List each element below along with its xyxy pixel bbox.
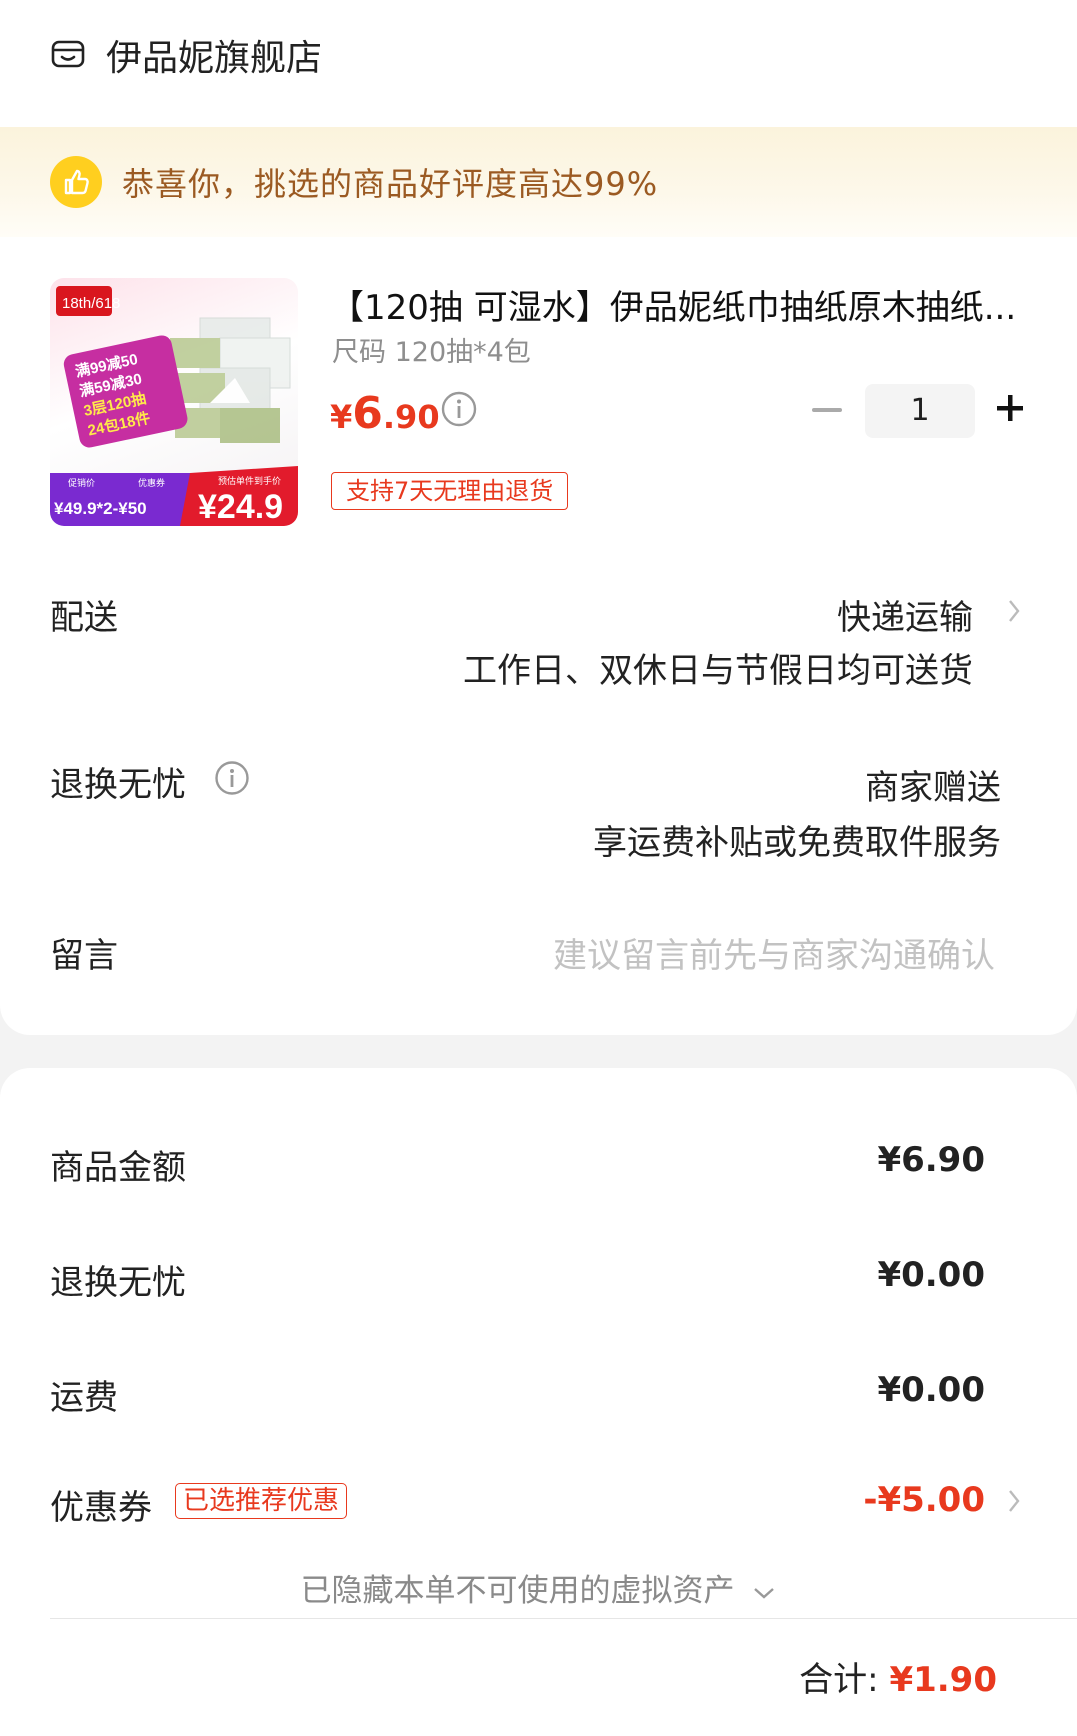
summary-value-goods: ¥6.90 [877, 1140, 985, 1180]
product-price: ¥ 6 .90 [330, 388, 440, 439]
store-name: 伊品妮旗舰店 [106, 38, 323, 79]
banner-text: 恭喜你，挑选的商品好评度高达99% [122, 165, 659, 203]
product-spec[interactable]: 尺码 120抽*4包 [332, 330, 531, 369]
chevron-down-icon [754, 1587, 775, 1599]
image-label-estimate: 预估单件到手价 [218, 475, 281, 486]
coupon-label: 优惠券 [50, 1488, 152, 1528]
coupon-chevron-right-icon[interactable] [1007, 1488, 1021, 1514]
return-service-note: 享运费补贴或免费取件服务 [593, 823, 1001, 863]
delivery-note: 工作日、双休日与节假日均可送货 [463, 651, 973, 691]
price-integer: 6 [352, 388, 383, 439]
thumbs-up-icon [50, 156, 102, 208]
message-label: 留言 [50, 936, 118, 976]
order-card: 伊品妮旗舰店 恭喜你，挑选的商品好评度高达99% 18th/618 满99减50… [0, 0, 1077, 1035]
store-icon [51, 40, 85, 68]
quantity-increase-button[interactable] [994, 392, 1026, 424]
product-image[interactable]: 18th/618 满99减50 满59减30 3层120抽 24包18件 促销价… [50, 278, 298, 526]
order-total: 合计: ¥1.90 [799, 1652, 997, 1701]
store-header[interactable]: 伊品妮旗舰店 [50, 30, 322, 80]
coupon-value[interactable]: -¥5.00 [863, 1480, 985, 1520]
price-symbol: ¥ [330, 398, 353, 436]
summary-label-return: 退换无忧 [50, 1263, 186, 1303]
return-service-value[interactable]: 商家赠送 [865, 760, 1001, 809]
coupon-tag: 已选推荐优惠 [175, 1483, 348, 1519]
return-policy-tag: 支持7天无理由退货 [331, 472, 569, 510]
total-value: ¥1.90 [889, 1660, 997, 1700]
image-corner-badge: 18th/618 [62, 295, 120, 312]
praise-banner: 恭喜你，挑选的商品好评度高达99% [0, 127, 1077, 237]
delivery-chevron-right-icon[interactable] [1007, 598, 1021, 624]
hidden-assets-toggle[interactable]: 已隐藏本单不可使用的虚拟资产 [0, 1565, 1077, 1610]
price-decimal: .90 [382, 398, 440, 436]
total-label: 合计: [799, 1660, 879, 1700]
price-info-icon[interactable] [440, 390, 478, 428]
quantity-input[interactable]: 1 [865, 384, 975, 438]
return-service-label: 退换无忧 [50, 765, 186, 805]
image-left-price: ¥49.9*2-¥50 [54, 499, 147, 518]
hidden-assets-text: 已隐藏本单不可使用的虚拟资产 [300, 1573, 735, 1609]
divider [50, 1618, 1077, 1619]
delivery-method[interactable]: 快递运输 [837, 590, 973, 639]
image-right-price: ¥24.9 [198, 488, 283, 526]
summary-label-goods: 商品金额 [50, 1148, 186, 1188]
summary-value-return: ¥0.00 [877, 1255, 985, 1295]
summary-value-shipping: ¥0.00 [877, 1370, 985, 1410]
summary-label-shipping: 运费 [50, 1378, 118, 1418]
image-label-promo: 促销价 [68, 477, 95, 488]
product-title[interactable]: 【120抽 可湿水】伊品妮纸巾抽纸原木抽纸... [330, 280, 1030, 329]
message-input[interactable]: 建议留言前先与商家沟通确认 [553, 928, 995, 977]
return-service-info-icon[interactable] [214, 760, 250, 796]
quantity-decrease-button[interactable] [812, 408, 842, 412]
delivery-label: 配送 [50, 598, 118, 638]
image-label-coupon: 优惠券 [138, 477, 165, 488]
